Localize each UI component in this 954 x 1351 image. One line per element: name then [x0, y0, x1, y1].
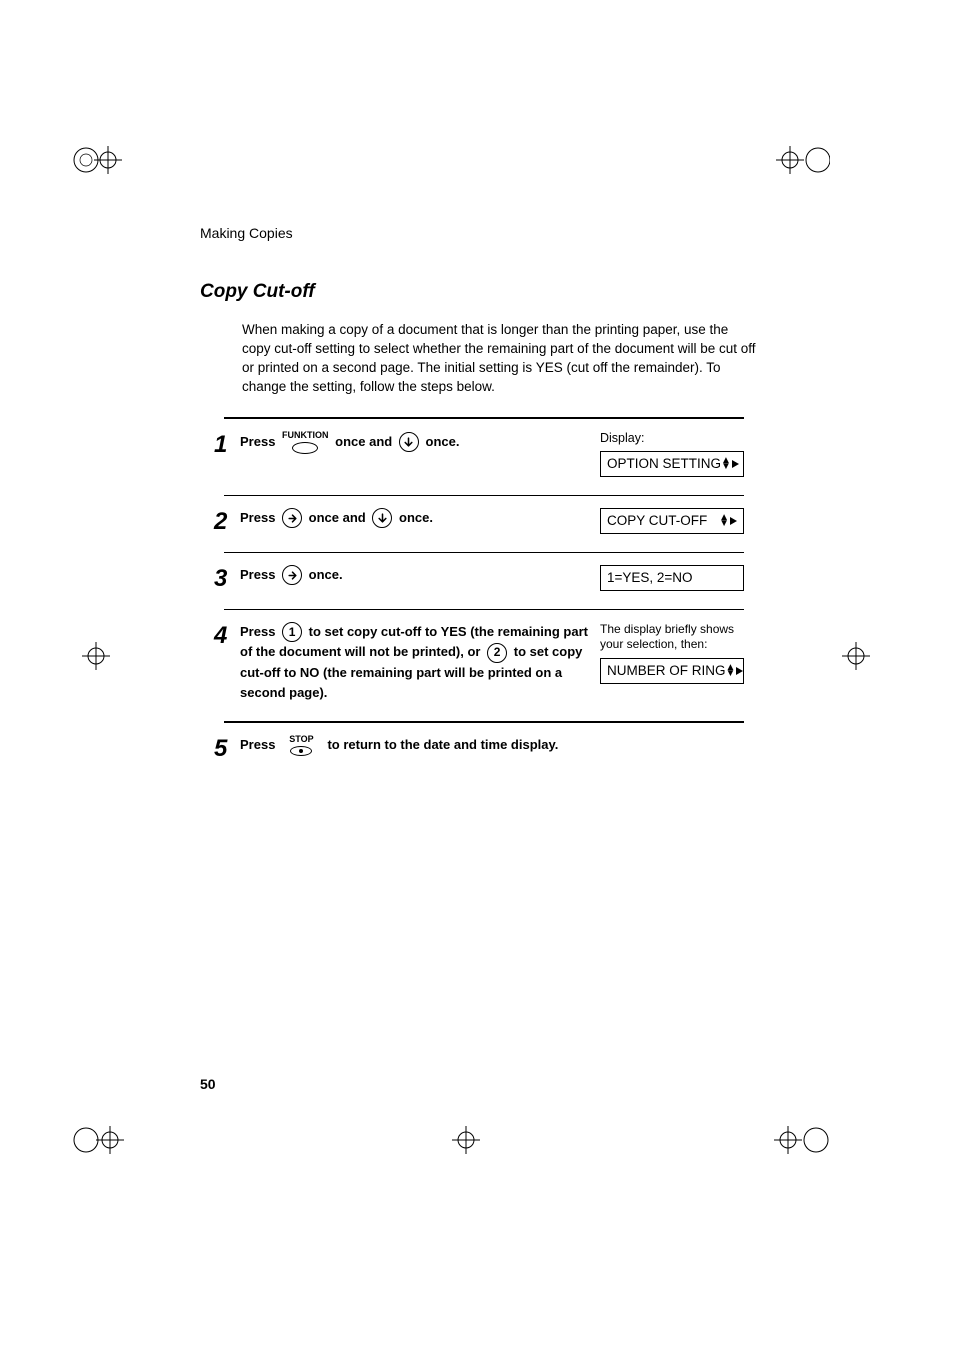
- page-number: 50: [200, 1076, 216, 1092]
- once-label: once.: [399, 510, 433, 525]
- step-4: 4 Press 1 to set copy cut-off to YES (th…: [214, 610, 760, 721]
- registration-mark: [770, 130, 830, 190]
- right-arrow-icon: [736, 667, 743, 675]
- step-number: 3: [214, 565, 240, 591]
- step-instruction: Press FUNKTION once and once.: [240, 431, 600, 454]
- step-number: 1: [214, 431, 240, 457]
- step-number: 5: [214, 735, 240, 761]
- lcd-text: COPY CUT-OFF: [607, 513, 707, 528]
- step-number: 4: [214, 622, 240, 648]
- registration-mark: [68, 1110, 128, 1170]
- registration-mark: [66, 626, 126, 686]
- step-display-area: COPY CUT-OFF ▲▼: [600, 508, 760, 534]
- lcd-text: NUMBER OF RING: [607, 663, 726, 678]
- running-header: Making Copies: [200, 225, 760, 241]
- down-arrow-button-icon: [372, 508, 392, 528]
- funktion-button-icon: FUNKTION: [282, 431, 329, 454]
- press-label: Press: [240, 567, 275, 582]
- step-2: 2 Press once and once. COPY CUT-OFF ▲▼: [214, 496, 760, 552]
- once-label: once.: [426, 434, 460, 449]
- step-display-area: Display: OPTION SETTING ▲▼: [600, 431, 760, 477]
- step-3: 3 Press once. 1=YES, 2=NO: [214, 553, 760, 609]
- press-label: Press: [240, 434, 275, 449]
- registration-mark: [826, 626, 886, 686]
- step-number: 2: [214, 508, 240, 534]
- step-5: 5 Press STOP to return to the date and t…: [214, 723, 760, 779]
- registration-mark: [68, 130, 128, 190]
- funktion-label: FUNKTION: [282, 431, 329, 440]
- up-down-arrows-icon: ▲▼: [719, 515, 729, 526]
- step-instruction: Press once and once.: [240, 508, 600, 529]
- step-instruction: Press STOP to return to the date and tim…: [240, 735, 760, 756]
- step-instruction: Press 1 to set copy cut-off to YES (the …: [240, 622, 600, 703]
- press-label: Press: [240, 510, 275, 525]
- registration-mark: [436, 1110, 496, 1170]
- once-label: once.: [309, 567, 343, 582]
- key-1-icon: 1: [282, 622, 302, 642]
- step-instruction: Press once.: [240, 565, 600, 586]
- stop-label: STOP: [289, 735, 313, 744]
- intro-paragraph: When making a copy of a document that is…: [242, 321, 760, 397]
- lcd-display: OPTION SETTING ▲▼: [600, 451, 744, 477]
- down-arrow-button-icon: [399, 432, 419, 452]
- press-label: Press: [240, 737, 275, 752]
- lcd-display: COPY CUT-OFF ▲▼: [600, 508, 744, 534]
- display-note: The display briefly shows your selection…: [600, 622, 760, 652]
- once-and-label: once and: [309, 510, 366, 525]
- up-down-arrows-icon: ▲▼: [726, 665, 736, 676]
- section-title: Copy Cut-off: [200, 281, 760, 303]
- once-and-label: once and: [335, 434, 392, 449]
- right-arrow-icon: [730, 517, 737, 525]
- step-display-area: The display briefly shows your selection…: [600, 622, 760, 684]
- registration-mark: [770, 1110, 830, 1170]
- return-text: to return to the date and time display.: [327, 737, 558, 752]
- step-display-area: 1=YES, 2=NO: [600, 565, 760, 591]
- lcd-text: 1=YES, 2=NO: [607, 570, 693, 585]
- stop-button-icon: STOP: [289, 735, 313, 756]
- display-label: Display:: [600, 431, 760, 445]
- lcd-text: OPTION SETTING: [607, 456, 721, 471]
- right-arrow-button-icon: [282, 508, 302, 528]
- lcd-display: NUMBER OF RING ▲▼: [600, 658, 744, 684]
- key-2-icon: 2: [487, 643, 507, 663]
- page-content: Making Copies Copy Cut-off When making a…: [200, 225, 760, 779]
- press-label: Press: [240, 624, 275, 639]
- right-arrow-icon: [732, 460, 739, 468]
- right-arrow-button-icon: [282, 565, 302, 585]
- step-1: 1 Press FUNKTION once and once. Display:…: [214, 419, 760, 495]
- up-down-arrows-icon: ▲▼: [721, 458, 731, 469]
- lcd-display: 1=YES, 2=NO: [600, 565, 744, 591]
